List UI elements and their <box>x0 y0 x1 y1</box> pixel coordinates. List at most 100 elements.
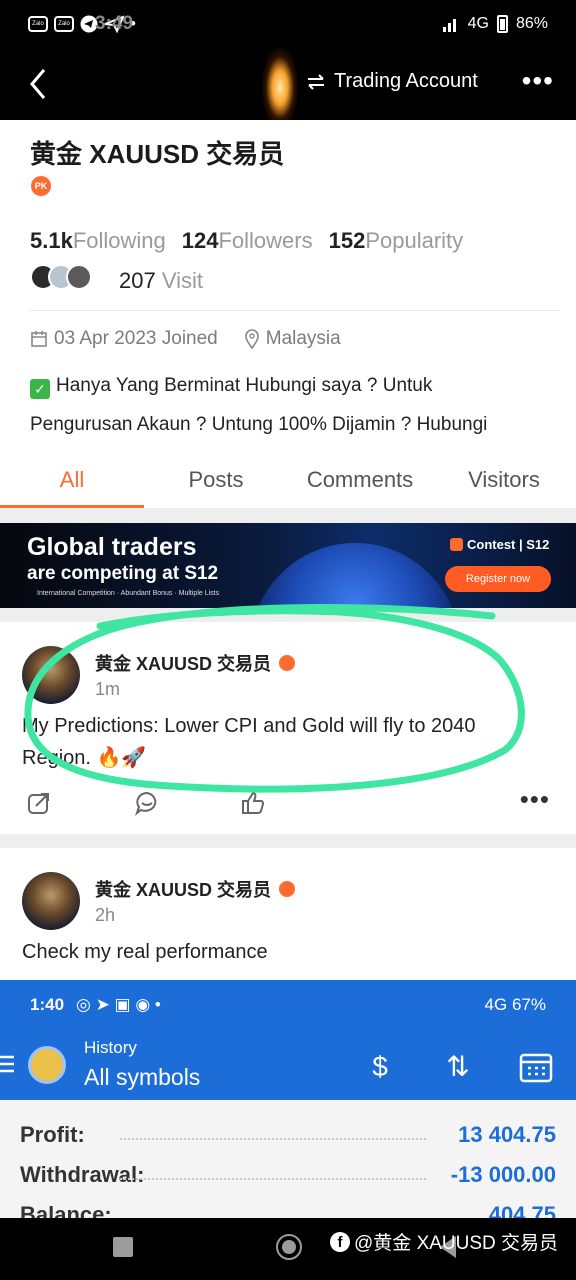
post-text-line-1: My Predictions: Lower CPI and Gold will … <box>22 715 476 737</box>
embedded-header: History All symbols $ ⇅ <box>0 1030 576 1100</box>
author-name: 黄金 XAUUSD 交易员 <box>95 880 272 900</box>
following-count[interactable]: 5.1k <box>30 228 73 254</box>
home-icon[interactable] <box>276 1234 302 1260</box>
summary-label: Withdrawal: <box>20 1162 145 1187</box>
fire-badge-icon <box>279 881 296 897</box>
summary-label: Profit: <box>20 1122 85 1147</box>
divider <box>30 310 560 311</box>
banner-subtitle: International Competition · Abundant Bon… <box>37 590 220 597</box>
popularity-label: Popularity <box>365 228 464 253</box>
separator <box>0 608 576 622</box>
zalo-icon: Zalo <box>28 16 48 32</box>
profile-name: 黄金 XAUUSD 交易员 <box>30 139 285 169</box>
banner-title-2: are competing at S12 <box>27 563 219 584</box>
contest-logo-icon <box>450 538 463 551</box>
summary-label: Balance: <box>20 1202 112 1218</box>
embedded-status-bar: 1:40 ◎ ➤ ▣ ◉ • 4G 67% <box>0 980 576 1030</box>
profile-meta: 03 Apr 2023 Joined Malaysia <box>30 328 341 350</box>
author-avatar[interactable] <box>22 646 80 704</box>
followers-label[interactable]: Followers <box>218 228 312 254</box>
location-pin-icon <box>244 329 259 349</box>
status-bar: 3:49 Zalo Zalo • 4G 86% <box>0 0 576 48</box>
following-label[interactable]: Following <box>73 228 166 254</box>
author-avatar[interactable] <box>22 872 80 930</box>
trading-account-button[interactable]: Trading Account <box>306 70 478 93</box>
post-author[interactable]: 黄金 XAUUSD 交易员 <box>95 650 296 676</box>
post-card[interactable]: 黄金 XAUUSD 交易员 1m My Predictions: Lower C… <box>0 622 576 834</box>
embedded-system-status: 4G 67% <box>485 995 546 1015</box>
tab-posts[interactable]: Posts <box>144 458 288 508</box>
status-time: 3:49 <box>95 13 134 34</box>
summary-value: -13 000.00 <box>450 1162 556 1187</box>
visitor-avatar <box>66 264 92 290</box>
embedded-screenshot[interactable]: 1:40 ◎ ➤ ▣ ◉ • 4G 67% History All symbol… <box>0 980 576 1218</box>
summary-row: Profit: 13 404.75 <box>20 1122 556 1148</box>
battery-percent: 86% <box>515 15 548 32</box>
app-screen: 3:49 Zalo Zalo • 4G 86% Trading Account … <box>0 0 576 1280</box>
post-actions: ••• <box>26 784 556 816</box>
like-icon[interactable] <box>240 790 266 816</box>
post-time: 1m <box>95 679 121 699</box>
summary-row: Withdrawal: -13 000.00 <box>20 1162 556 1188</box>
post-text: Check my real performance <box>22 941 268 963</box>
embedded-summary: Profit: 13 404.75 Withdrawal: -13 000.00… <box>0 1100 576 1218</box>
separator <box>0 508 576 523</box>
currency-exchange-icon: $ <box>372 1051 388 1082</box>
visit-count[interactable]: 207 Visit <box>119 268 203 294</box>
bio-line-2: Pengurusan Akaun ? Untung 100% Dijamin ?… <box>30 414 488 435</box>
fire-badge-icon <box>279 655 296 671</box>
metatrader-logo-icon <box>28 1046 66 1084</box>
summary-value: 404.75 <box>488 1202 556 1218</box>
author-name: 黄金 XAUUSD 交易员 <box>95 654 272 674</box>
post-author[interactable]: 黄金 XAUUSD 交易员 <box>95 876 296 902</box>
bio-line-1: Hanya Yang Berminat Hubungi saya ? Untuk <box>56 375 433 396</box>
banner-contest: Contest | S12 <box>450 537 549 552</box>
more-options-icon[interactable]: ••• <box>522 66 554 96</box>
embedded-network: 4G <box>484 995 508 1014</box>
recent-apps-icon[interactable] <box>113 1237 133 1257</box>
post-text-line-2: Region. 🔥🚀 <box>22 747 147 769</box>
tab-visitors[interactable]: Visitors <box>432 458 576 508</box>
embedded-battery: 67% <box>511 995 546 1014</box>
profile-tabs: All Posts Comments Visitors <box>0 458 576 508</box>
sort-icon: ⇅ <box>446 1051 470 1082</box>
back-arrow-icon[interactable] <box>24 66 52 102</box>
top-bar: Trading Account ••• <box>0 48 576 120</box>
separator <box>0 834 576 848</box>
battery-icon <box>496 15 508 33</box>
comment-icon[interactable] <box>134 790 160 816</box>
globe-graphic <box>250 543 460 608</box>
zalo-icon-2: Zalo <box>54 16 74 32</box>
summary-value: 13 404.75 <box>458 1122 556 1147</box>
candle-decoration <box>262 48 298 120</box>
promo-banner[interactable]: Global traders are competing at S12 Inte… <box>0 523 576 608</box>
embedded-subtitle: History <box>84 1038 137 1057</box>
share-icon[interactable] <box>26 790 52 816</box>
calendar-icon <box>31 331 47 347</box>
menu-icon <box>0 1055 14 1073</box>
embedded-title: All symbols <box>84 1064 201 1090</box>
tab-comments[interactable]: Comments <box>288 458 432 508</box>
tab-all[interactable]: All <box>0 458 144 508</box>
system-icons: 4G 86% <box>442 15 548 33</box>
post-card[interactable]: 黄金 XAUUSD 交易员 2h Check my real performan… <box>0 848 576 980</box>
swap-icon <box>308 73 324 90</box>
recent-visitors[interactable] <box>30 264 92 290</box>
profile-bio: ✓ Hanya Yang Berminat Hubungi saya ? Untu… <box>30 366 555 444</box>
register-now-button[interactable]: Register now <box>445 566 551 592</box>
facebook-watermark: f @黄金 XAUUSD 交易员 <box>330 1228 558 1255</box>
visit-number: 207 <box>119 268 156 293</box>
banner-title: Global traders <box>27 533 197 561</box>
embedded-app-icons: ◎ ➤ ▣ ◉ • <box>76 995 161 1014</box>
pk-badge-icon: PK <box>31 176 51 196</box>
network-type: 4G <box>467 15 489 32</box>
embedded-time: 1:40 <box>30 995 65 1014</box>
summary-row: Balance: 404.75 <box>20 1202 556 1218</box>
followers-count[interactable]: 124 <box>182 228 219 254</box>
post-more-icon[interactable]: ••• <box>520 784 550 815</box>
check-mark-icon: ✓ <box>30 379 50 399</box>
signal-icon <box>442 19 456 32</box>
post-text: My Predictions: Lower CPI and Gold will … <box>22 710 522 774</box>
system-navigation-bar: f @黄金 XAUUSD 交易员 <box>0 1218 576 1280</box>
contest-label: Contest | S12 <box>467 537 550 552</box>
